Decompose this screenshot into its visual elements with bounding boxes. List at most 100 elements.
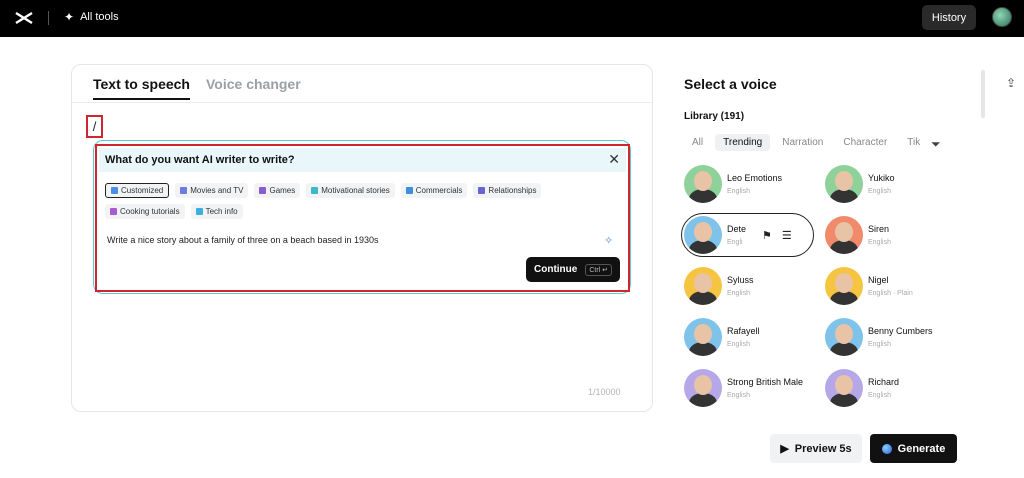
side-upload-icon[interactable]: ⇪ xyxy=(1006,76,1016,90)
topic-chip-label: Customized xyxy=(121,186,164,195)
tab-voice-changer[interactable]: Voice changer xyxy=(206,76,301,100)
voice-name: Strong British Male xyxy=(727,377,804,387)
voice-text: Dete Engli xyxy=(727,224,746,246)
voice-text: Leo Emotions English xyxy=(727,173,782,195)
voice-item[interactable]: Siren English xyxy=(825,216,891,254)
capcut-logo-icon[interactable] xyxy=(14,9,34,27)
filter-tab[interactable]: Tik xyxy=(899,134,928,151)
scrollbar[interactable] xyxy=(981,70,985,118)
topic-chip[interactable]: Relationships xyxy=(473,183,542,198)
topic-icon xyxy=(405,187,413,194)
voice-language: English xyxy=(727,392,750,399)
topic-chip[interactable]: Cooking tutorials xyxy=(105,204,185,219)
filter-icon[interactable]: ⏷ xyxy=(931,137,941,152)
topic-chip-label: Relationships xyxy=(488,186,537,195)
topic-icon xyxy=(478,187,486,194)
topic-icon xyxy=(311,187,319,194)
topic-chip-label: Motivational stories xyxy=(321,186,390,195)
continue-label: Continue xyxy=(534,264,578,275)
voice-language: English xyxy=(868,239,891,246)
preview-label: Preview 5s xyxy=(794,442,852,455)
voice-language: English xyxy=(868,392,891,399)
topic-chip-label: Cooking tutorials xyxy=(120,207,180,216)
top-bar: ✦ All tools History xyxy=(0,0,1024,37)
voice-name: Benny Cumbers xyxy=(868,326,933,336)
voice-avatar xyxy=(684,267,722,305)
voice-avatar xyxy=(825,318,863,356)
library-label: Library (191) xyxy=(684,111,745,122)
voice-name: Syluss xyxy=(727,275,754,285)
voice-language: English xyxy=(868,188,891,195)
voice-text: Rafayell English xyxy=(727,326,760,348)
voice-text: Richard English xyxy=(868,377,899,399)
voice-text: Siren English xyxy=(868,224,891,246)
topic-chip[interactable]: Movies and TV xyxy=(175,183,249,198)
voice-item[interactable]: Strong British Male English xyxy=(684,369,803,407)
ai-sparkle-icon[interactable]: ✧ xyxy=(604,234,613,247)
voice-item[interactable]: Leo Emotions English xyxy=(684,165,782,203)
voice-item[interactable]: Rafayell English xyxy=(684,318,760,356)
topic-chip[interactable]: Tech info xyxy=(190,204,243,219)
writer-prompt-input[interactable]: Write a nice story about a family of thr… xyxy=(107,235,379,245)
select-voice-title: Select a voice xyxy=(684,76,777,92)
topic-chip[interactable]: Commercials xyxy=(400,183,468,198)
divider xyxy=(48,11,49,25)
topic-chip-label: Tech info xyxy=(205,207,238,216)
all-tools-label: All tools xyxy=(80,11,119,23)
voice-language: English xyxy=(727,290,750,297)
user-avatar[interactable] xyxy=(992,7,1012,27)
voice-item[interactable]: Dete Engli ⚑ ☰ xyxy=(681,213,814,257)
ai-writer-header: What do you want AI writer to write? ✕ xyxy=(99,148,626,172)
voice-item[interactable]: Richard English xyxy=(825,369,899,407)
tab-text-to-speech[interactable]: Text to speech xyxy=(93,76,190,100)
filter-tab[interactable]: Character xyxy=(835,134,895,151)
voice-language: English xyxy=(727,188,750,195)
voice-avatar xyxy=(684,216,722,254)
play-icon: ▶ xyxy=(780,443,789,455)
voice-avatar xyxy=(825,165,863,203)
voice-avatar xyxy=(825,369,863,407)
topic-icon xyxy=(195,208,203,215)
topic-icon xyxy=(110,208,117,215)
topic-chip[interactable]: Games xyxy=(254,183,301,198)
ai-writer-title: What do you want AI writer to write? xyxy=(105,154,295,166)
topic-chips: Customized Movies and TV Games Motivational… xyxy=(105,183,615,219)
voice-name: Leo Emotions xyxy=(727,173,783,183)
tab-bar: Text to speech Voice changer xyxy=(93,76,301,100)
voice-text: Nigel English · Plain xyxy=(868,275,913,297)
voice-actions: ⚑ ☰ xyxy=(762,229,792,242)
voice-text: Strong British Male English xyxy=(727,377,803,399)
voice-language: English xyxy=(727,341,750,348)
generate-label: Generate xyxy=(897,442,946,455)
voice-item[interactable]: Yukiko English xyxy=(825,165,895,203)
voice-language: English · Plain xyxy=(868,290,913,297)
filter-tab[interactable]: Trending xyxy=(715,134,771,151)
voice-item[interactable]: Syluss English xyxy=(684,267,754,305)
filter-tab[interactable]: All xyxy=(684,134,711,151)
topic-chip[interactable]: Customized xyxy=(105,183,170,198)
shortcut-hint: Ctrl ↵ xyxy=(585,263,613,276)
close-icon[interactable]: ✕ xyxy=(608,152,620,166)
topic-chip[interactable]: Motivational stories xyxy=(306,183,395,198)
voice-avatar xyxy=(825,216,863,254)
preview-button[interactable]: ▶ Preview 5s xyxy=(770,434,862,463)
generate-button[interactable]: Generate xyxy=(870,434,957,463)
topic-icon xyxy=(259,187,267,194)
topic-icon xyxy=(111,187,118,194)
voice-name: Richard xyxy=(868,377,900,387)
generate-icon xyxy=(881,443,892,454)
sparkle-icon: ✦ xyxy=(64,10,75,24)
voice-language: Engli xyxy=(727,239,743,246)
filter-tab[interactable]: Narration xyxy=(774,134,831,151)
voice-item[interactable]: Benny Cumbers English xyxy=(825,318,933,356)
editor-slash-text[interactable]: / xyxy=(86,115,103,138)
continue-button[interactable]: Continue Ctrl ↵ xyxy=(526,257,620,282)
history-button[interactable]: History xyxy=(922,5,976,30)
settings-icon[interactable]: ☰ xyxy=(782,229,792,242)
bookmark-icon[interactable]: ⚑ xyxy=(762,229,772,242)
voice-item[interactable]: Nigel English · Plain xyxy=(825,267,913,305)
voice-avatar xyxy=(684,165,722,203)
voice-name: Yukiko xyxy=(868,173,895,183)
voice-name: Dete xyxy=(727,224,747,234)
all-tools-button[interactable]: ✦ All tools xyxy=(64,10,119,24)
